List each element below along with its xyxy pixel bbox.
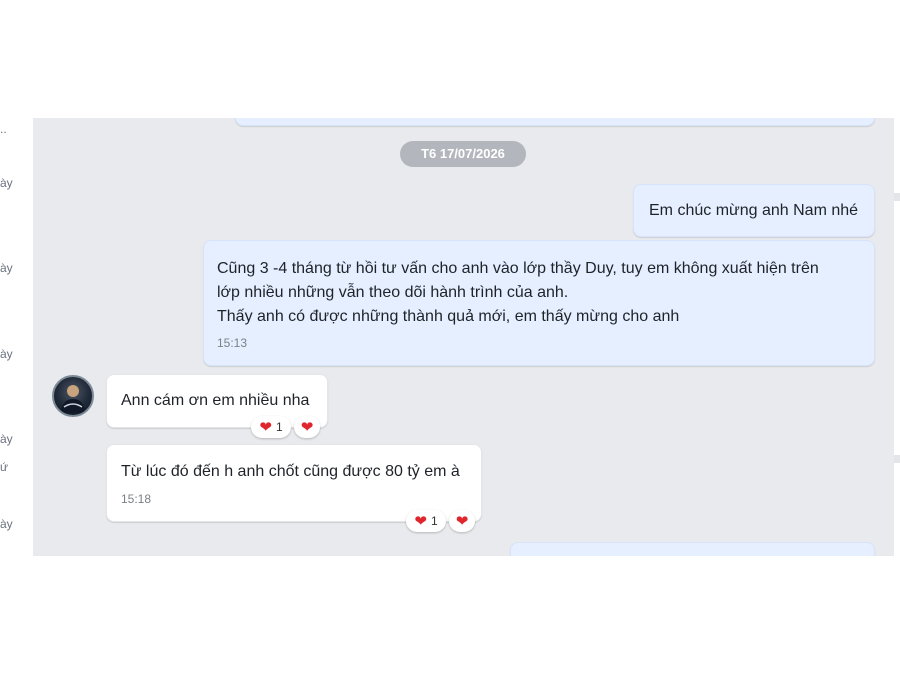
heart-icon: ❤ (414, 512, 427, 530)
message-text: Thấy anh có được những thành quả mới, em… (217, 308, 680, 325)
message-bubble-mine[interactable]: Em chúc mừng anh Nam nhé (633, 184, 875, 237)
reaction-count: 1 (275, 420, 283, 434)
scrollbar-edge (893, 193, 900, 201)
message-text: Ann cám ơn em nhiều nha (121, 392, 310, 409)
scrollbar-edge (893, 455, 900, 463)
message-text: Cũng 3 -4 tháng từ hồi tư vấn cho anh và… (217, 260, 819, 277)
react-button[interactable]: ❤ (449, 510, 475, 532)
message-text: Từ lúc đó đến h anh chốt cũng được 80 tỷ… (121, 463, 460, 480)
message-text: Em chúc mừng anh Nam nhé (649, 202, 859, 219)
conversation-time-fragment[interactable]: ày (0, 176, 13, 190)
contact-avatar[interactable] (52, 375, 94, 417)
conversation-list: .. ày ày ày ày ứ ày (0, 118, 33, 556)
next-message-bubble[interactable] (510, 542, 875, 556)
message-time: 15:18 (121, 492, 152, 506)
conversation-time-fragment[interactable]: ày (0, 517, 13, 531)
chat-message-area[interactable]: T6 17/07/2026 Em chúc mừng anh Nam nhé C… (33, 118, 894, 556)
conversation-preview-fragment[interactable]: ứ (0, 460, 8, 474)
conversation-preview-fragment[interactable]: .. (0, 122, 7, 136)
react-button[interactable]: ❤ (294, 416, 320, 438)
message-time: 15:13 (217, 336, 248, 350)
conversation-time-fragment[interactable]: ày (0, 261, 13, 275)
message-bubble-mine[interactable]: Cũng 3 -4 tháng từ hồi tư vấn cho anh và… (203, 240, 875, 366)
heart-icon: ❤ (259, 418, 272, 436)
date-divider: T6 17/07/2026 (400, 141, 526, 167)
person-avatar-icon (61, 385, 85, 413)
previous-message-bubble[interactable] (235, 118, 875, 126)
heart-icon: ❤ (455, 512, 469, 530)
heart-icon: ❤ (300, 418, 314, 436)
conversation-time-fragment[interactable]: ày (0, 432, 13, 446)
conversation-time-fragment[interactable]: ày (0, 347, 13, 361)
message-bubble-theirs[interactable]: Ann cám ơn em nhiều nha (106, 374, 328, 428)
message-text: lớp nhiều những vẫn theo dõi hành trình … (217, 284, 569, 301)
reaction-count: 1 (430, 514, 438, 528)
reaction-summary[interactable]: ❤ 1 (406, 510, 446, 532)
reaction-summary[interactable]: ❤ 1 (251, 416, 291, 438)
